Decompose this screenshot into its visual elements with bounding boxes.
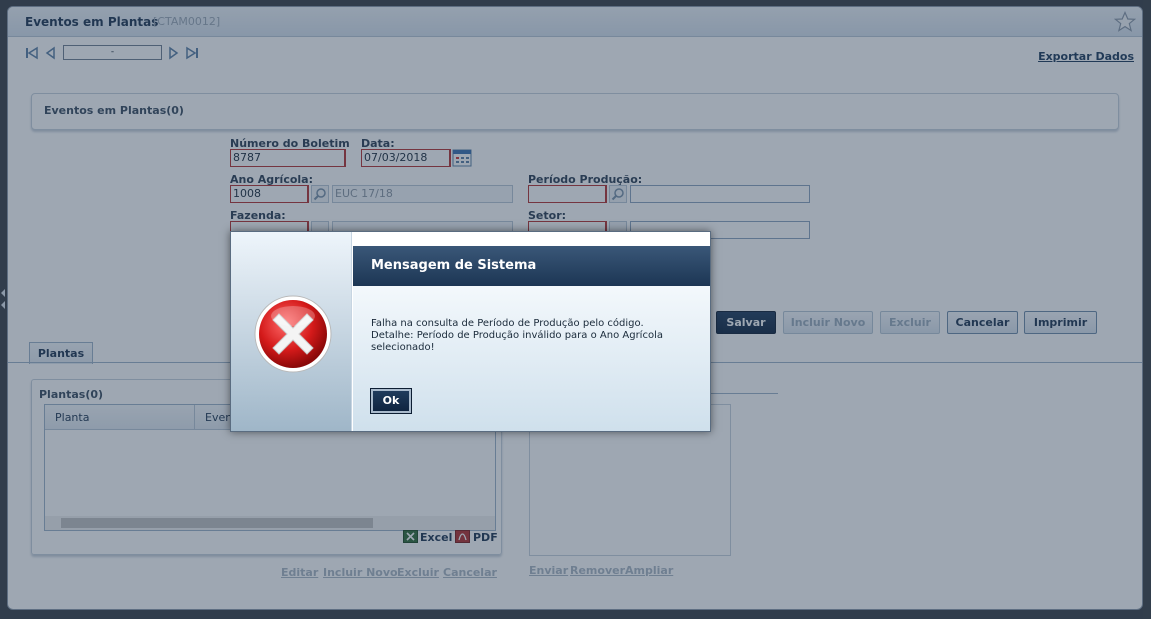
- dialog-header: Mensagem de Sistema: [353, 246, 710, 286]
- dialog-message: Falha na consulta de Período de Produção…: [371, 318, 691, 354]
- dialog-message-line1: Falha na consulta de Período de Produção…: [371, 318, 644, 329]
- dialog-icon-panel: [231, 232, 352, 431]
- ok-button[interactable]: Ok: [370, 388, 412, 414]
- system-message-dialog: Mensagem de Sistema Falha na consulta de…: [230, 231, 711, 432]
- dialog-body: Falha na consulta de Período de Produção…: [353, 286, 710, 431]
- error-icon: [254, 295, 332, 373]
- dialog-title: Mensagem de Sistema: [371, 258, 537, 273]
- dialog-message-line2: Detalhe: Período de Produção inválido pa…: [371, 330, 663, 353]
